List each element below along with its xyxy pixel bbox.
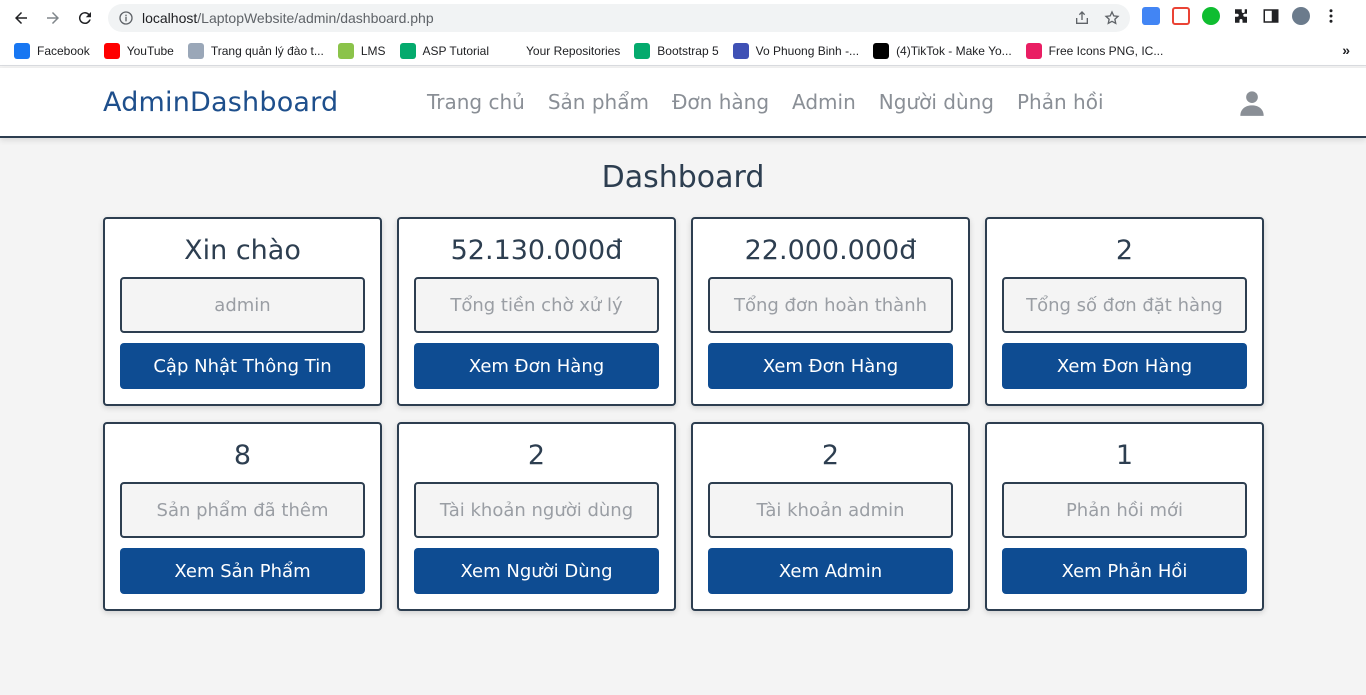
bookmarks-bar: Facebook YouTube Trang quản lý đào t... LMS…: [0, 36, 1366, 66]
w3schools-icon: [634, 42, 651, 59]
stat-card: Xin chào admin Cập Nhật Thông Tin: [103, 217, 382, 406]
info-icon: [119, 11, 133, 25]
bookmark-label: Vo Phuong Binh -...: [755, 43, 860, 58]
bookmark-item[interactable]: LMS: [337, 42, 386, 59]
view-button[interactable]: Xem Đơn Hàng: [708, 343, 953, 389]
translate-icon[interactable]: [1142, 7, 1160, 25]
stat-card: 8 Sản phẩm đã thêm Xem Sản Phẩm: [103, 422, 382, 611]
view-button[interactable]: Xem Phản Hồi: [1002, 548, 1247, 594]
stat-value: 1: [1115, 440, 1134, 471]
stat-value: 22.000.000đ: [744, 235, 917, 266]
nav-item-users[interactable]: Người dùng: [879, 90, 994, 114]
stat-value: 2: [1115, 235, 1134, 266]
view-button[interactable]: Xem Người Dùng: [414, 548, 659, 594]
view-button[interactable]: Xem Admin: [708, 548, 953, 594]
stat-label-box: Phản hồi mới: [1002, 482, 1247, 538]
calendar-icon[interactable]: [1172, 7, 1190, 25]
bookmark-item[interactable]: Trang quản lý đào t...: [187, 42, 324, 59]
stat-label-box: admin: [120, 277, 365, 333]
bookmark-item[interactable]: ASP Tutorial: [399, 42, 489, 59]
nav-item-admin[interactable]: Admin: [792, 90, 856, 114]
facebook-icon: [14, 42, 30, 59]
page-title: Dashboard: [601, 160, 765, 195]
stat-value: Xin chào: [184, 235, 301, 266]
reload-button[interactable]: [74, 7, 96, 29]
stat-card: 52.130.000đ Tổng tiền chờ xử lý Xem Đơn Hà…: [397, 217, 676, 406]
menu-dots-icon[interactable]: [1322, 7, 1340, 25]
nav-item-orders[interactable]: Đơn hàng: [672, 90, 769, 114]
youtube-icon: [103, 42, 120, 59]
bookmark-label: Free Icons PNG, IC...: [1048, 43, 1164, 58]
star-icon[interactable]: [1104, 10, 1120, 26]
stat-card: 1 Phản hồi mới Xem Phản Hồi: [985, 422, 1264, 611]
profile-avatar[interactable]: [1292, 7, 1310, 25]
nav-item-products[interactable]: Sản phẩm: [548, 90, 649, 114]
reload-icon: [78, 12, 91, 25]
brand-logo[interactable]: AdminDashboard: [103, 87, 338, 118]
extension-green-icon[interactable]: [1202, 7, 1220, 25]
share-icon[interactable]: [1074, 10, 1090, 26]
address-bar[interactable]: localhost/LaptopWebsite/admin/dashboard.…: [108, 4, 1130, 32]
nav-menu: Trang chủ Sản phẩm Đơn hàng Admin Người …: [427, 90, 1104, 114]
dashboard-grid: Xin chào admin Cập Nhật Thông Tin 52.130.00…: [103, 217, 1264, 611]
site-navbar: AdminDashboard Trang chủ Sản phẩm Đơn hà…: [0, 68, 1366, 138]
stat-label-box: Tổng tiền chờ xử lý: [414, 277, 659, 333]
forward-button[interactable]: [42, 7, 64, 29]
stat-card: 22.000.000đ Tổng đơn hoàn thành Xem Đơn Hà…: [691, 217, 970, 406]
bookmark-item[interactable]: (4)TikTok - Make Yo...: [873, 42, 1012, 59]
bookmark-item[interactable]: Vo Phuong Binh -...: [732, 42, 860, 59]
stat-card: 2 Tổng số đơn đặt hàng Xem Đơn Hàng: [985, 217, 1264, 406]
puzzle-icon[interactable]: [1232, 7, 1250, 25]
bookmark-label: YouTube: [126, 43, 174, 58]
page-icon: [732, 42, 749, 59]
back-button[interactable]: [10, 7, 32, 29]
nav-item-home[interactable]: Trang chủ: [427, 90, 525, 114]
stat-card: 2 Tài khoản admin Xem Admin: [691, 422, 970, 611]
view-button[interactable]: Cập Nhật Thông Tin: [120, 343, 365, 389]
document-icon: [187, 42, 204, 59]
bookmark-item[interactable]: YouTube: [103, 42, 174, 59]
view-button[interactable]: Xem Sản Phẩm: [120, 548, 365, 594]
stat-card: 2 Tài khoản người dùng Xem Người Dùng: [397, 422, 676, 611]
stat-value: 2: [821, 440, 840, 471]
view-button[interactable]: Xem Đơn Hàng: [1002, 343, 1247, 389]
stat-value: 52.130.000đ: [450, 235, 623, 266]
user-icon[interactable]: [1238, 89, 1266, 117]
bookmark-item[interactable]: Your Repositories: [503, 42, 621, 59]
stat-value: 2: [527, 440, 546, 471]
arrow-left-icon: [15, 12, 27, 24]
bookmark-item[interactable]: Free Icons PNG, IC...: [1025, 42, 1164, 59]
bookmark-label: Facebook: [37, 43, 90, 58]
stat-label-box: Tài khoản admin: [708, 482, 953, 538]
bookmark-label: LMS: [360, 43, 386, 58]
bookmark-label: ASP Tutorial: [422, 43, 489, 58]
view-button[interactable]: Xem Đơn Hàng: [414, 343, 659, 389]
bookmark-label: Your Repositories: [526, 43, 621, 58]
bookmark-item[interactable]: Facebook: [14, 42, 90, 59]
stat-value: 8: [233, 440, 252, 471]
github-icon: [503, 42, 519, 59]
arrow-right-icon: [47, 12, 59, 24]
url-path: /LaptopWebsite/admin/dashboard.php: [197, 10, 434, 26]
url-host: localhost: [142, 10, 198, 26]
url-text: localhost/LaptopWebsite/admin/dashboard.…: [142, 10, 434, 26]
lms-icon: [337, 42, 354, 59]
tiktok-icon: [873, 42, 890, 59]
stat-label-box: Tổng số đơn đặt hàng: [1002, 277, 1247, 333]
browser-toolbar: localhost/LaptopWebsite/admin/dashboard.…: [0, 0, 1366, 36]
stat-label-box: Tổng đơn hoàn thành: [708, 277, 953, 333]
nav-item-feedback[interactable]: Phản hồi: [1017, 90, 1104, 114]
bookmark-label: (4)TikTok - Make Yo...: [896, 43, 1012, 58]
sidepanel-icon[interactable]: [1262, 7, 1280, 25]
bookmark-item[interactable]: Bootstrap 5: [634, 42, 719, 59]
bookmarks-more-button[interactable]: »: [1342, 42, 1350, 58]
bookmark-label: Trang quản lý đào t...: [210, 43, 324, 58]
stat-label-box: Tài khoản người dùng: [414, 482, 659, 538]
stat-label-box: Sản phẩm đã thêm: [120, 482, 365, 538]
w3schools-icon: [399, 42, 416, 59]
icons-icon: [1025, 42, 1042, 59]
bookmark-label: Bootstrap 5: [657, 43, 719, 58]
